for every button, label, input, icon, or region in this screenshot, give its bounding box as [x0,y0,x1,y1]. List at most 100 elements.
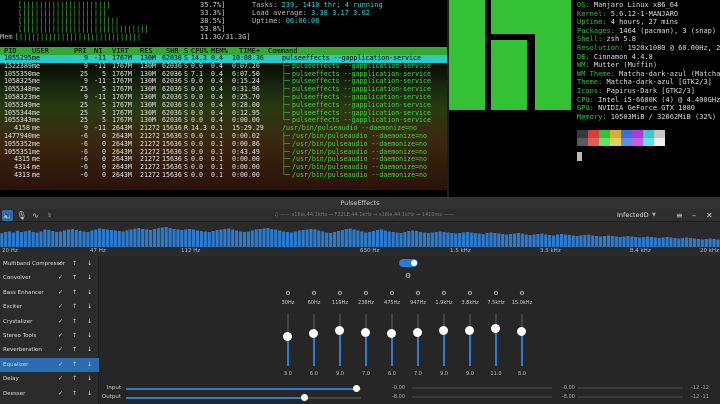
spectrum-bar [325,232,329,247]
gear-icon[interactable]: ⚙ [514,290,530,297]
check-icon[interactable]: ✓ [58,387,63,401]
spectrum-bar [614,236,618,247]
plugin-item[interactable]: Stereo Tools ✓ ↑ ↓ [0,329,99,343]
eq-band-handle[interactable] [387,329,396,338]
plugin-item[interactable]: Reverberation ✓ ↑ ↓ [0,343,99,357]
check-icon[interactable]: ✓ [58,358,63,372]
plugin-item[interactable]: Convolver ✓ ↑ ↓ [0,271,99,285]
process-row[interactable]: 4313 me -6 0 2643M 21272 15636 S 0.0 0.1 0:00.00 └─… [0,171,447,180]
arrow-up-icon[interactable]: ↑ [72,286,77,300]
plugin-item[interactable]: Bass Enhancer ✓ ↑ ↓ [0,286,99,300]
arrow-up-icon[interactable]: ↑ [72,358,77,372]
output-gain-slider[interactable] [126,394,361,401]
plugin-item[interactable]: Delay ✓ ↑ ↓ [0,372,99,386]
arrow-down-icon[interactable]: ↓ [87,257,92,271]
frequency-tick-label: 1.5 kHz [450,248,471,254]
close-icon[interactable]: ✕ [706,209,713,222]
arrow-up-icon[interactable]: ↑ [72,300,77,314]
check-icon[interactable]: ✓ [58,271,63,285]
arrow-up-icon[interactable]: ↑ [72,271,77,285]
plugin-item[interactable]: Exciter ✓ ↑ ↓ [0,300,99,314]
eq-band-handle[interactable] [413,327,422,337]
arrow-down-icon[interactable]: ↓ [87,329,92,343]
spectrum-bar [105,229,110,247]
arrow-up-icon[interactable]: ↑ [72,315,77,329]
spectrum-bar [368,232,372,247]
check-icon[interactable]: ✓ [58,315,63,329]
arrow-down-icon[interactable]: ↓ [87,358,92,372]
equalizer-enable-toggle[interactable] [399,259,418,267]
check-icon[interactable]: ✓ [58,286,63,300]
eq-band-handle[interactable] [465,325,474,335]
eq-band-handle[interactable] [439,325,448,335]
system-info-value: 1464 (pacman), 3 (snap) [619,26,717,35]
check-icon[interactable]: ✓ [58,300,63,314]
eq-band-handle[interactable] [283,332,292,342]
plugin-item[interactable]: Multiband Compressor ✓ ↑ ↓ [0,257,99,271]
arrow-down-icon[interactable]: ↓ [87,300,92,314]
spectrum-bar [465,232,470,247]
check-icon[interactable]: ✓ [58,343,63,357]
spectrum-bar [23,231,27,247]
check-icon[interactable]: ✓ [58,257,63,271]
gear-icon[interactable]: ⚙ [280,290,296,297]
eq-band-handle[interactable] [335,325,344,335]
meter-value: 11.3G/31.3G] [200,33,251,41]
gear-icon[interactable]: ⚙ [332,290,348,297]
arrow-down-icon[interactable]: ↓ [87,343,92,357]
gear-icon[interactable]: ⚙ [410,290,426,297]
spectrum-bar [211,231,215,247]
arrow-down-icon[interactable]: ↓ [87,372,92,386]
eq-band-handle[interactable] [361,327,370,337]
arrow-down-icon[interactable]: ↓ [87,387,92,401]
gear-icon[interactable]: ⚙ [358,290,374,297]
gear-icon[interactable]: ⚙ [306,290,322,297]
arrow-down-icon[interactable]: ↓ [87,315,92,329]
gear-icon[interactable]: ⚙ [405,272,411,280]
effects-panel: Multiband Compressor ✓ ↑ ↓ Convolver ✓ ↑ ↓ Bass … [0,256,720,404]
speaker-icon[interactable]: 🔈 [2,210,13,221]
system-info-key: DE: [577,52,594,61]
check-icon[interactable]: ✓ [58,329,63,343]
meter-value: 38.5%] [200,17,226,25]
spectrum-bar [473,233,477,247]
gear-icon[interactable]: ⚙ [436,290,452,297]
color-swatch [610,138,621,146]
plugin-item[interactable]: Crystalizer ✓ ↑ ↓ [0,315,99,329]
arrow-down-icon[interactable]: ↓ [87,271,92,285]
chevron-down-icon[interactable]: ▼ [652,209,656,222]
arrow-up-icon[interactable]: ↑ [72,343,77,357]
gear-icon[interactable]: ⚙ [462,290,478,297]
waveform-icon[interactable]: ∿ [30,210,41,221]
input-gain-handle[interactable] [352,385,360,392]
arrow-up-icon[interactable]: ↑ [72,257,77,271]
spectrum-bar [352,229,356,247]
plugin-item[interactable]: Equalizer ✓ ↑ ↓ [0,357,99,373]
arrow-up-icon[interactable]: ↑ [72,329,77,343]
menu-icon[interactable]: ≡ [676,209,683,222]
system-info-value: 4 hours, 27 mins [610,18,679,27]
gear-icon[interactable]: ⚙ [384,290,400,297]
preset-selector[interactable]: InfectedD [617,209,649,222]
plugin-name: Bass Enhancer [3,289,44,296]
gear-icon[interactable]: ⚙ [488,290,504,297]
arrow-up-icon[interactable]: ↑ [72,387,77,401]
system-info-key: WM: [577,61,594,70]
input-gain-slider[interactable] [126,385,361,392]
spectrum-bar [258,229,262,247]
arrow-up-icon[interactable]: ↑ [72,372,77,386]
eq-band-handle[interactable] [309,329,318,338]
plugin-item[interactable]: Deesser ✓ ↑ ↓ [0,387,99,401]
eq-band: ⚙ 3.8kHz 9.0 [461,290,478,380]
check-icon[interactable]: ✓ [58,372,63,386]
minimize-icon[interactable]: – [692,209,696,222]
equalizer-icon[interactable]: ♮ [44,210,55,221]
output-gain-handle[interactable] [301,394,309,401]
eq-band-handle[interactable] [517,326,526,336]
microphone-icon[interactable]: 🎙 [16,210,27,221]
eq-band-handle[interactable] [491,323,500,333]
spectrum-bar [129,229,133,247]
spectrum-bar [293,231,297,247]
arrow-down-icon[interactable]: ↓ [87,286,92,300]
spectrum-bar [70,229,74,247]
